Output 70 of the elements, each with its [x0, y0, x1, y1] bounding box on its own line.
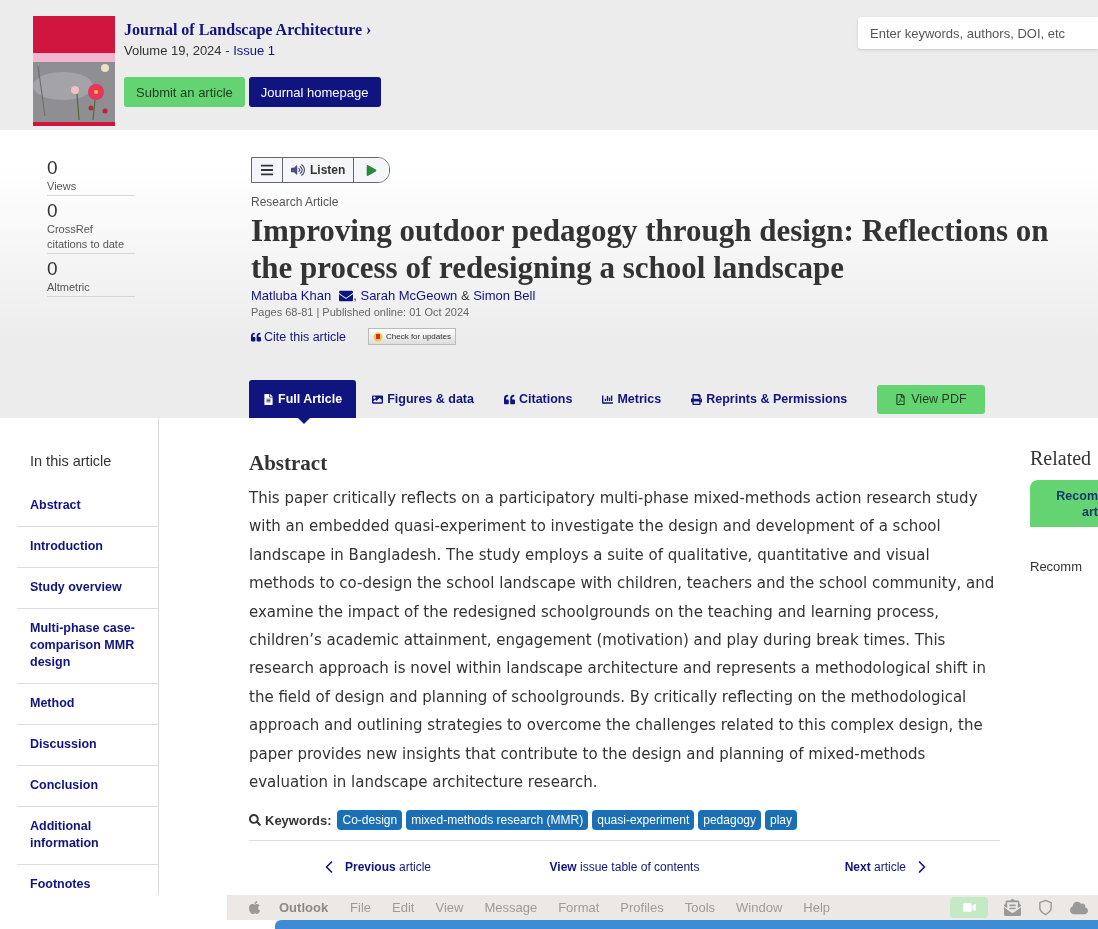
printer-icon [691, 393, 703, 405]
keyword-tag[interactable]: Co-design [337, 810, 403, 831]
author-separator: & [459, 288, 471, 303]
recommended-tab[interactable]: Recom art [1030, 480, 1098, 527]
previous-article-link[interactable]: Previous article [345, 860, 432, 875]
menu-icon [260, 163, 274, 177]
article-tab[interactable]: Figures & data [358, 380, 488, 418]
toc-link[interactable]: Study overview [17, 568, 158, 609]
mail-app-icon[interactable] [1004, 899, 1021, 916]
stat-value: 0 [47, 258, 59, 280]
bar-chart-icon [602, 393, 614, 405]
article-tab[interactable]: Metrics [588, 380, 676, 418]
bookmark-icon [373, 331, 383, 342]
next-article-link[interactable]: Next article [844, 860, 906, 875]
email-icon[interactable] [339, 288, 354, 303]
article-title: Improving outdoor pedagogy through design: Reflections on the process of redesigning a school landscape [251, 212, 1050, 286]
toc-link[interactable]: Multi-phase case-comparison MMR design [17, 609, 158, 684]
quote-icon [251, 331, 261, 342]
author-separator: , [353, 288, 358, 303]
keyword-tag[interactable]: play [765, 810, 797, 831]
tab-pointer [297, 418, 310, 424]
publication-info: Pages 68-81 | Published online: 01 Oct 2024 [251, 306, 470, 318]
toc-link[interactable]: Abstract [17, 486, 158, 527]
stat-value: 0 [47, 200, 59, 222]
image-icon [372, 393, 384, 405]
check-updates-button[interactable]: Check for updates [368, 328, 456, 345]
apple-icon[interactable] [247, 900, 262, 915]
article-tab[interactable]: Citations [489, 380, 587, 418]
toc-link[interactable]: Discussion [17, 725, 158, 766]
view-pdf-button[interactable]: View PDF [877, 384, 985, 414]
speaker-icon [291, 163, 305, 177]
journal-title-link[interactable]: Journal of Landscape Architecture › [124, 21, 381, 39]
related-text: Recomm [1030, 559, 1083, 574]
author-link[interactable]: Simon Bell [473, 288, 536, 303]
article-type: Research Article [251, 195, 339, 209]
article-tab[interactable]: Full Article [249, 380, 357, 418]
toc-link[interactable]: Method [17, 684, 158, 725]
toc-title: In this article [29, 453, 113, 469]
cite-link[interactable]: Cite this article [264, 329, 346, 344]
keywords-label: Keywords: [265, 812, 332, 828]
toc-link[interactable]: Footnotes [17, 865, 158, 895]
homepage-button[interactable]: Journal homepage [248, 77, 381, 107]
document-icon [263, 393, 274, 405]
stat-label: Altmetric [47, 280, 91, 295]
keyword-tag[interactable]: pedagogy [698, 810, 761, 831]
stat-value: 0 [47, 157, 59, 179]
shield-icon[interactable] [1037, 899, 1054, 916]
stat-label: CrossRef citations to date [47, 222, 126, 252]
author-link[interactable]: Matluba Khan [251, 288, 332, 303]
quote-icon [503, 393, 515, 405]
toc-link[interactable]: Additional information [17, 807, 158, 865]
keyword-tag[interactable]: quasi-experiment [592, 810, 695, 831]
pdf-icon [895, 393, 907, 405]
volume-issue: Volume 19, 2024 - Issue 1 [124, 43, 277, 58]
author-link[interactable]: Sarah McGeown [360, 288, 458, 303]
play-icon [366, 164, 378, 176]
toc-link[interactable]: Conclusion [17, 766, 158, 807]
toc-link[interactable]: Introduction [17, 527, 158, 568]
camera-icon[interactable] [950, 897, 988, 918]
section-heading: Related [1030, 447, 1093, 470]
section-heading: Abstract [249, 451, 329, 476]
issue-contents-link[interactable]: View issue table of contents [549, 860, 700, 875]
article-tab[interactable]: Reprints & Permissions [677, 380, 862, 418]
abstract-text: This paper critically reflects on a participatory multi-phase mixed-methods action research study with an embedded quasi-experiment to investigate the design and development of a school landscape in Bangladesh. The study employs a suite of qualitative, quantitative and visual methods to co-design the school landscape with children, teachers and the school community, and examine the impact of the redesigned schoolgrounds on the teaching and learning process, children’s academic attainment, engagement (motivation) and play during break times. This research approach is novel within landscape architecture and represents a methodological shift in the field of design and planning of schoolgrounds. By critically reflecting on the methodological approach and outlining strategies to overcome the challenges related to this complex design, the paper provides new insights that contribute to the design and planning of mixed-methods evaluation in landscape architecture research. [249, 488, 996, 794]
search-field[interactable]: Enter keywords, authors, DOI, etc [858, 17, 1098, 49]
submit-button[interactable]: Submit an article [124, 77, 245, 107]
issue-link[interactable]: Issue 1 [233, 43, 276, 58]
stat-label: Views [47, 179, 78, 194]
keyword-tag[interactable]: mixed-methods research (MMR) [406, 810, 589, 831]
search-icon [249, 814, 261, 827]
